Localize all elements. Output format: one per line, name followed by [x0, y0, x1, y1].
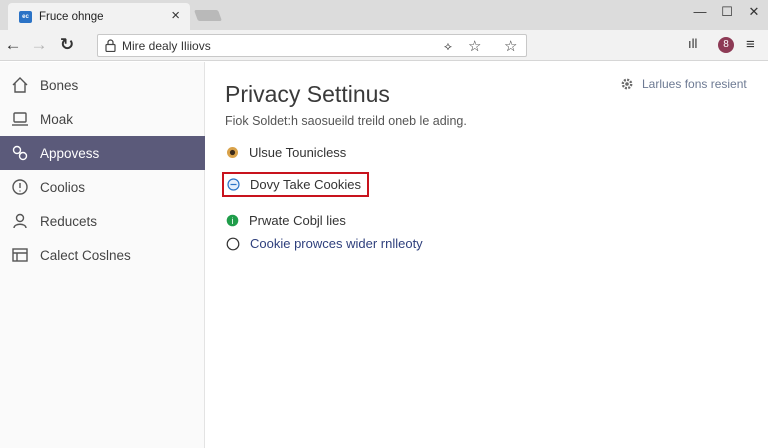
maximize-button[interactable]: ☐	[717, 4, 737, 20]
browser-tab[interactable]: ec Fruce ohnge ×	[8, 3, 190, 30]
reload-button[interactable]: ↻	[56, 35, 78, 55]
option-cookie-prowces[interactable]: Cookie prowces wider rnlleoty	[226, 236, 423, 251]
cookie-icon	[227, 178, 240, 191]
sidebar-item-label: Bones	[40, 77, 79, 93]
sidebar-item-appovess[interactable]: Appovess	[0, 136, 205, 170]
page-title: Privacy Settinus	[225, 81, 390, 107]
tab-close-icon[interactable]: ×	[171, 8, 180, 23]
sidebar-item-label: Calect Coslnes	[40, 247, 131, 263]
stats-icon[interactable]: ıll	[688, 36, 697, 51]
home-icon	[10, 75, 30, 95]
info-icon	[10, 177, 30, 197]
option-ulsue-tounicless[interactable]: Ulsue Tounicless	[226, 145, 346, 160]
gear-icon	[621, 78, 633, 90]
lock-icon	[105, 39, 116, 52]
window-icon	[10, 245, 30, 265]
star-icon[interactable]: ☆	[504, 37, 517, 55]
avatar[interactable]: 8	[718, 37, 734, 53]
option-label: Prwate Cobjl lies	[249, 213, 346, 228]
sidebar-item-bones[interactable]: Bones	[0, 68, 205, 102]
option-dovy-take-cookies[interactable]: Dovy Take Cookies	[222, 172, 370, 197]
close-window-button[interactable]: ✕	[744, 4, 764, 20]
settings-link-label: Larlues fons resient	[642, 77, 747, 91]
option-label: Cookie prowces wider rnlleoty	[250, 236, 423, 251]
new-tab-button[interactable]	[193, 10, 223, 21]
forward-button[interactable]: →	[28, 35, 50, 55]
tab-strip: ec Fruce ohnge × — ☐ ✕	[0, 0, 768, 30]
menu-icon[interactable]: ≡	[746, 36, 755, 53]
main-content: Privacy Settinus Fiok Soldet:h saosueild…	[206, 62, 768, 448]
option-label: Dovy Take Cookies	[250, 177, 362, 192]
sidebar-item-moak[interactable]: Moak	[0, 102, 205, 136]
laptop-icon	[10, 109, 30, 129]
person-icon	[10, 211, 30, 231]
sidebar-item-label: Coolios	[40, 179, 86, 195]
option-prwate-cobjl-lies[interactable]: i Prwate Cobjl lies	[226, 213, 346, 228]
sidebar: Bones Moak Appovess Coolios Reducets Cal…	[0, 62, 205, 448]
extension-icon[interactable]: ⟡	[444, 39, 452, 54]
sidebar-item-label: Reducets	[40, 213, 98, 229]
bookmark-star-icon[interactable]: ☆	[468, 37, 481, 55]
puzzle-icon	[10, 143, 30, 163]
tab-title: Fruce ohnge	[39, 10, 104, 23]
toolbar: ← → ↻ Mire dealy Iliiovs ⟡ ☆ ☆ ıll 8 ≡	[0, 30, 768, 61]
page-description: Fiok Soldet:h saosueild treild oneb le a…	[225, 114, 467, 128]
minimize-button[interactable]: —	[690, 4, 710, 19]
eye-icon	[227, 147, 238, 158]
shield-check-icon: i	[226, 214, 239, 227]
sidebar-item-reducets[interactable]: Reducets	[0, 204, 205, 238]
svg-text:i: i	[232, 216, 234, 226]
address-text: Mire dealy Iliiovs	[122, 39, 211, 53]
sidebar-item-label: Moak	[40, 111, 74, 127]
address-bar[interactable]: Mire dealy Iliiovs ⟡ ☆ ☆	[97, 34, 527, 57]
back-button[interactable]: ←	[2, 35, 24, 55]
radio-icon	[226, 237, 240, 250]
sidebar-item-calect-coslnes[interactable]: Calect Coslnes	[0, 238, 205, 272]
settings-link[interactable]: Larlues fons resient	[620, 77, 747, 91]
option-label: Ulsue Tounicless	[249, 145, 347, 160]
sidebar-item-coolios[interactable]: Coolios	[0, 170, 205, 204]
sidebar-item-label: Appovess	[40, 145, 100, 161]
favicon-icon: ec	[19, 10, 32, 23]
